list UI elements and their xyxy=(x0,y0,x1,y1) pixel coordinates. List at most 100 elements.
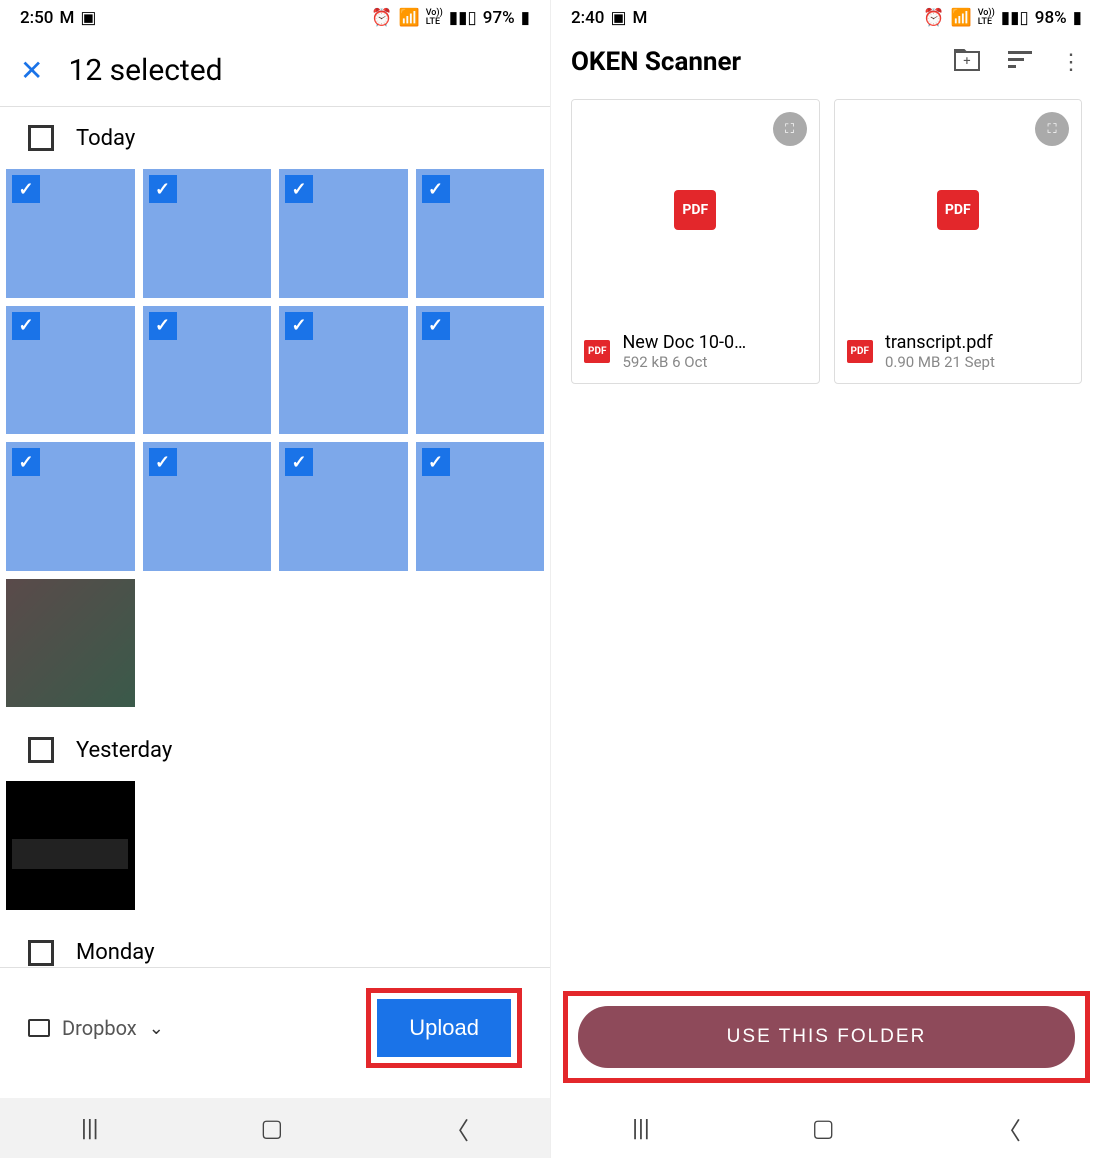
check-icon: ✓ xyxy=(149,448,177,476)
status-bar: 2:50 M ▣ ⏰ 📶 Vo))LTE ▮▮▯ 97% ▮ xyxy=(0,0,550,35)
destination-label: Dropbox xyxy=(62,1016,137,1040)
pdf-icon: PDF xyxy=(847,340,873,363)
destination-selector[interactable]: Dropbox ⌄ xyxy=(28,1016,164,1040)
expand-icon[interactable]: ⛶ xyxy=(773,112,807,146)
recent-apps-icon[interactable]: ||| xyxy=(81,1114,99,1142)
document-preview: ⛶ PDF xyxy=(835,100,1082,320)
use-folder-highlight: USE THIS FOLDER xyxy=(563,991,1090,1083)
pdf-icon: PDF xyxy=(584,340,610,363)
upload-button[interactable]: Upload xyxy=(377,999,511,1057)
thumbnail[interactable]: ✓ xyxy=(6,442,135,571)
alarm-icon: ⏰ xyxy=(923,8,944,28)
thumbnail[interactable]: ✓ xyxy=(143,169,272,298)
status-time: 2:50 xyxy=(20,8,53,28)
check-icon: ✓ xyxy=(12,175,40,203)
check-icon: ✓ xyxy=(285,312,313,340)
left-phone: 2:50 M ▣ ⏰ 📶 Vo))LTE ▮▮▯ 97% ▮ ✕ 12 sele… xyxy=(0,0,551,1158)
home-icon[interactable]: ▢ xyxy=(812,1114,835,1142)
selection-header: ✕ 12 selected xyxy=(0,35,550,107)
thumbnail[interactable]: ✓ xyxy=(279,169,408,298)
status-bar: 2:40 ▣ M ⏰ 📶 Vo))LTE ▮▮▯ 98% ▮ xyxy=(551,0,1102,35)
checkbox-yesterday[interactable] xyxy=(28,737,54,763)
expand-icon[interactable]: ⛶ xyxy=(1035,112,1069,146)
right-phone: 2:40 ▣ M ⏰ 📶 Vo))LTE ▮▮▯ 98% ▮ OKEN Scan… xyxy=(551,0,1102,1158)
signal-icon: ▮▮▯ xyxy=(1001,8,1029,28)
thumbnail[interactable]: ✓ xyxy=(416,306,545,435)
thumbnail[interactable]: ✓ xyxy=(6,306,135,435)
section-yesterday[interactable]: Yesterday xyxy=(0,719,550,781)
chevron-down-icon: ⌄ xyxy=(149,1018,164,1039)
check-icon: ✓ xyxy=(149,175,177,203)
back-icon[interactable]: 〈 xyxy=(997,1111,1021,1146)
photos-icon: ▣ xyxy=(610,8,626,28)
check-icon: ✓ xyxy=(285,448,313,476)
use-folder-button[interactable]: USE THIS FOLDER xyxy=(578,1006,1075,1068)
checkbox-monday[interactable] xyxy=(28,940,54,966)
pdf-badge: PDF xyxy=(674,190,716,230)
thumbnail[interactable]: ✓ xyxy=(143,442,272,571)
thumbnail[interactable]: ✓ xyxy=(143,306,272,435)
thumbnail[interactable]: ✓ xyxy=(279,442,408,571)
check-icon: ✓ xyxy=(422,175,450,203)
document-meta: 0.90 MB 21 Sept xyxy=(885,353,1069,371)
app-title: OKEN Scanner xyxy=(571,47,741,77)
thumbnail-grid-yesterday xyxy=(0,781,550,922)
gmail-icon: M xyxy=(59,8,74,28)
document-card[interactable]: ⛶ PDF PDF transcript.pdf 0.90 MB 21 Sept xyxy=(834,99,1083,384)
thumbnail[interactable]: ✓ xyxy=(416,442,545,571)
thumbnail[interactable]: ✓ xyxy=(6,169,135,298)
status-time: 2:40 xyxy=(571,8,604,28)
document-preview: ⛶ PDF xyxy=(572,100,819,320)
battery-percent: 98% xyxy=(1035,8,1067,28)
wifi-icon: 📶 xyxy=(399,8,420,28)
app-header: OKEN Scanner + ⋮ xyxy=(551,35,1102,89)
thumbnail[interactable] xyxy=(6,781,135,910)
wifi-icon: 📶 xyxy=(951,8,972,28)
check-icon: ✓ xyxy=(12,312,40,340)
battery-icon: ▮ xyxy=(1073,8,1082,28)
check-icon: ✓ xyxy=(149,312,177,340)
thumbnail[interactable]: ✓ xyxy=(416,169,545,298)
document-name: transcript.pdf xyxy=(885,332,1069,353)
document-info: PDF New Doc 10-0… 592 kB 6 Oct xyxy=(572,320,819,383)
check-icon: ✓ xyxy=(285,175,313,203)
home-icon[interactable]: ▢ xyxy=(260,1114,283,1142)
close-icon[interactable]: ✕ xyxy=(20,54,43,87)
section-today[interactable]: Today xyxy=(0,107,550,169)
section-label: Yesterday xyxy=(76,738,172,763)
new-folder-icon[interactable]: + xyxy=(954,49,980,75)
selection-count: 12 selected xyxy=(68,53,222,88)
back-icon[interactable]: 〈 xyxy=(445,1111,469,1146)
document-meta: 592 kB 6 Oct xyxy=(622,353,806,371)
svg-text:+: + xyxy=(963,54,970,69)
section-label: Today xyxy=(76,126,135,151)
document-grid: ⛶ PDF PDF New Doc 10-0… 592 kB 6 Oct ⛶ P… xyxy=(551,89,1102,394)
thumbnail-grid-today: ✓ ✓ ✓ ✓ ✓ ✓ ✓ ✓ ✓ ✓ ✓ ✓ xyxy=(0,169,550,719)
nav-bar: ||| ▢ 〈 xyxy=(551,1098,1102,1158)
alarm-icon: ⏰ xyxy=(371,8,392,28)
folder-icon xyxy=(28,1019,50,1037)
document-info: PDF transcript.pdf 0.90 MB 21 Sept xyxy=(835,320,1082,383)
checkbox-today[interactable] xyxy=(28,125,54,151)
document-name: New Doc 10-0… xyxy=(622,332,806,353)
battery-percent: 97% xyxy=(483,8,515,28)
photos-icon: ▣ xyxy=(80,8,96,28)
more-icon[interactable]: ⋮ xyxy=(1060,50,1082,75)
bottom-bar: Dropbox ⌄ Upload xyxy=(0,967,550,1088)
check-icon: ✓ xyxy=(12,448,40,476)
battery-icon: ▮ xyxy=(521,8,530,28)
thumbnail[interactable] xyxy=(6,579,135,708)
document-card[interactable]: ⛶ PDF PDF New Doc 10-0… 592 kB 6 Oct xyxy=(571,99,820,384)
pdf-badge: PDF xyxy=(937,190,979,230)
upload-highlight: Upload xyxy=(366,988,522,1068)
section-label: Monday xyxy=(76,940,155,965)
check-icon: ✓ xyxy=(422,448,450,476)
nav-bar: ||| ▢ 〈 xyxy=(0,1098,550,1158)
lte-icon: Vo))LTE xyxy=(426,9,443,27)
sort-icon[interactable] xyxy=(1008,51,1032,73)
check-icon: ✓ xyxy=(422,312,450,340)
thumbnail[interactable]: ✓ xyxy=(279,306,408,435)
recent-apps-icon[interactable]: ||| xyxy=(632,1114,650,1142)
signal-icon: ▮▮▯ xyxy=(449,8,477,28)
lte-icon: Vo))LTE xyxy=(978,9,995,27)
